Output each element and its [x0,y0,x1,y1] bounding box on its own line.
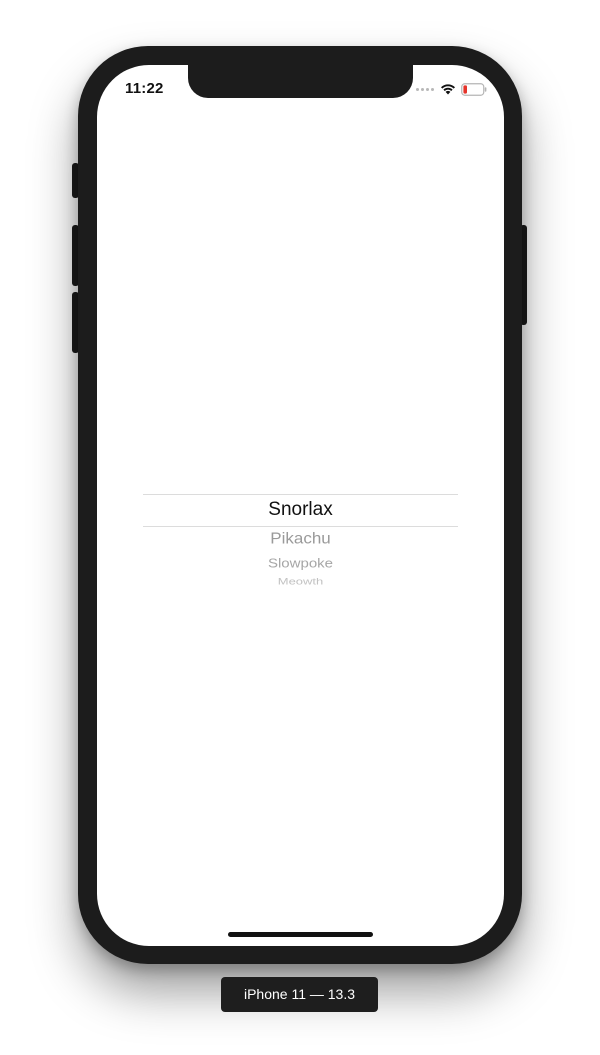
simulator-stage: 11:22 Snorlax Pikachu Slowpoke Meowth iP… [0,0,600,1055]
picker-selection-top-line [143,494,458,495]
picker-item[interactable]: Meowth [143,578,458,585]
status-time: 11:22 [125,80,164,97]
phone-screen: 11:22 Snorlax Pikachu Slowpoke Meowth [97,65,504,946]
device-label: iPhone 11 — 13.3 [221,977,378,1012]
status-icons [416,82,487,96]
picker-item[interactable]: Pikachu [143,530,458,549]
wifi-icon [441,84,455,95]
picker-selection-bottom-line [143,526,458,527]
notch [188,65,413,98]
pokemon-picker[interactable]: Snorlax Pikachu Slowpoke Meowth [143,493,458,593]
battery-low-icon [461,82,487,96]
picker-item-selected[interactable]: Snorlax [143,499,458,521]
cellular-signal-icon [416,87,434,91]
picker-item[interactable]: Slowpoke [143,556,458,570]
home-indicator[interactable] [228,932,373,937]
